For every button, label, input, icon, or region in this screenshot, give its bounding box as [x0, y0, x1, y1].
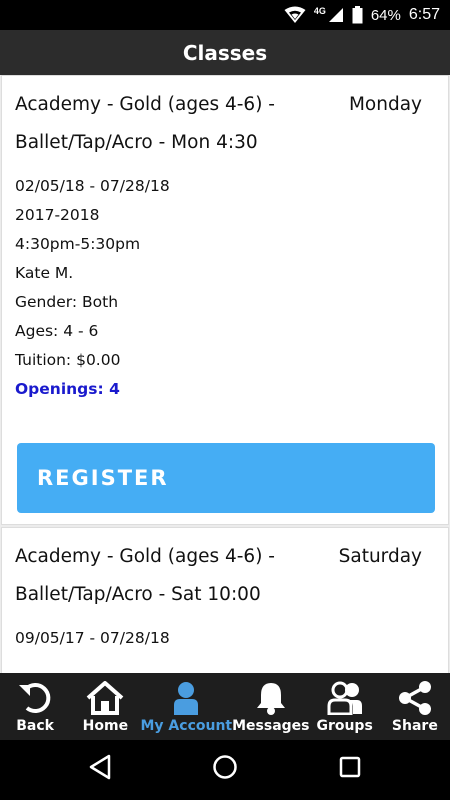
class-name: Academy - Gold (ages 4-6) - Ballet/Tap/A…	[15, 546, 275, 605]
page-title: Classes	[182, 40, 268, 65]
tab-home[interactable]: Home	[70, 673, 140, 740]
nav-home-icon[interactable]	[212, 754, 238, 780]
class-day: Monday	[348, 94, 422, 115]
system-nav-bar	[0, 740, 450, 800]
battery-percent: 64%	[370, 6, 401, 24]
register-button-label: REGISTER	[37, 466, 169, 490]
tab-label: Messages	[232, 718, 310, 734]
class-season: 2017-2018	[15, 206, 100, 224]
tab-label: Share	[391, 718, 438, 734]
tab-share[interactable]: Share	[380, 673, 450, 740]
share-icon	[398, 681, 431, 715]
class-name: Academy - Gold (ages 4-6) - Ballet/Tap/A…	[15, 94, 275, 153]
bell-icon	[256, 683, 285, 715]
person-icon	[174, 682, 199, 715]
nav-recents-icon[interactable]	[339, 756, 361, 778]
app-bar: Classes	[0, 30, 450, 75]
class-ages: Ages: 4 - 6	[15, 322, 99, 340]
nav-back-icon[interactable]	[88, 754, 112, 780]
wifi-icon	[284, 6, 306, 24]
class-gender: Gender: Both	[15, 293, 119, 311]
register-button[interactable]: REGISTER	[17, 443, 435, 513]
network-type-label: 4G	[313, 6, 326, 16]
class-dates: 02/05/18 - 07/28/18	[15, 177, 170, 195]
group-icon	[327, 681, 362, 715]
signal-icon	[328, 7, 344, 23]
class-card: Academy - Gold (ages 4-6) - Ballet/Tap/A…	[1, 527, 449, 673]
tab-back[interactable]: Back	[0, 673, 70, 740]
home-icon	[87, 681, 124, 715]
back-arrow-icon	[19, 683, 51, 714]
clock: 6:57	[408, 6, 440, 23]
class-instructor: Kate M.	[15, 264, 74, 282]
tab-label: Home	[82, 718, 129, 734]
tab-my-account[interactable]: My Account	[140, 673, 233, 740]
tab-groups[interactable]: Groups	[310, 673, 380, 740]
bottom-tab-bar: Back Home My Account Messages Groups Sha…	[0, 673, 450, 740]
class-time: 4:30pm-5:30pm	[15, 235, 141, 253]
tab-messages[interactable]: Messages	[232, 673, 310, 740]
battery-icon	[352, 6, 363, 24]
class-openings: Openings: 4	[15, 380, 120, 398]
status-bar: 4G 64% 6:57	[0, 0, 450, 30]
class-dates: 09/05/17 - 07/28/18	[15, 629, 170, 647]
tab-label: My Account	[140, 718, 233, 734]
class-list[interactable]: Academy - Gold (ages 4-6) - Ballet/Tap/A…	[0, 75, 450, 673]
class-day: Saturday	[338, 546, 422, 567]
class-tuition: Tuition: $0.00	[15, 351, 121, 369]
class-card: Academy - Gold (ages 4-6) - Ballet/Tap/A…	[1, 75, 449, 525]
tab-label: Back	[16, 718, 54, 734]
tab-label: Groups	[316, 718, 373, 734]
